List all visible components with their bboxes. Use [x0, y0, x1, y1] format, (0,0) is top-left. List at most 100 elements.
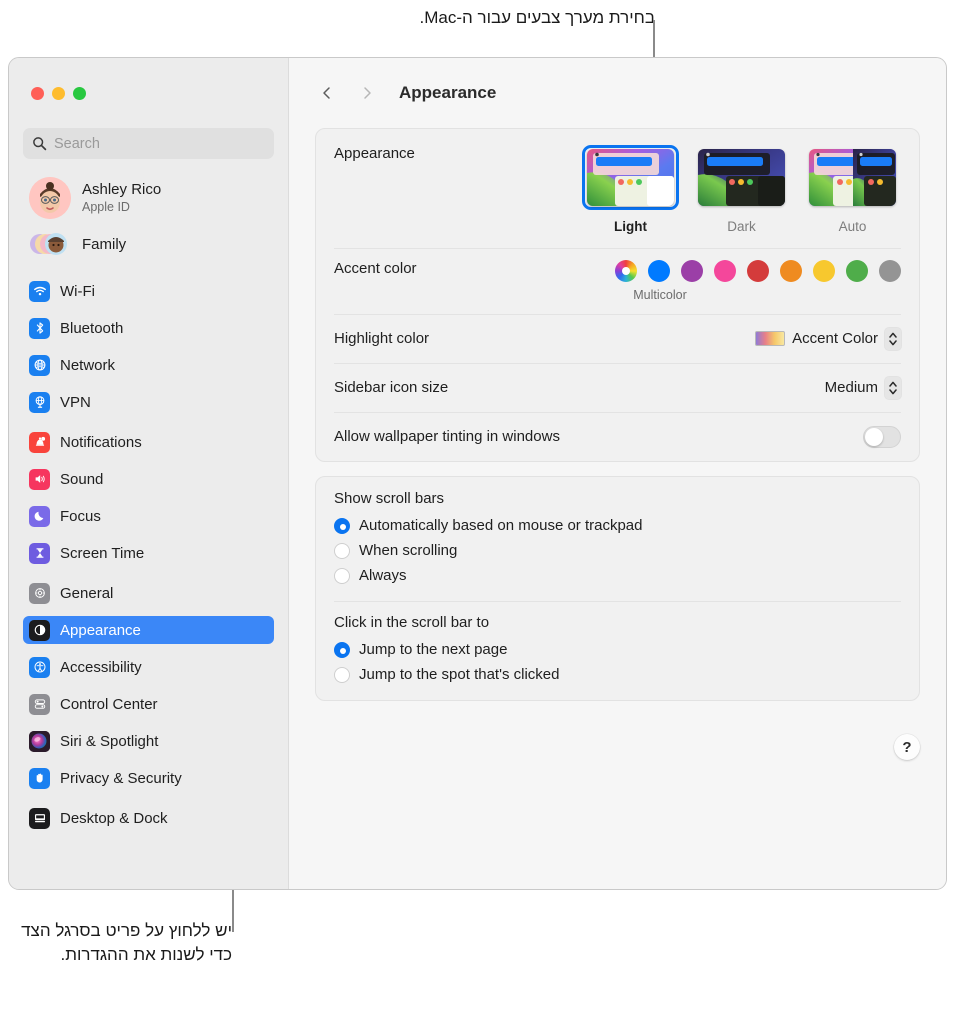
chevron-updown-icon[interactable] [885, 327, 901, 350]
sidebar-item-sound[interactable]: Sound [23, 465, 274, 493]
radio-button[interactable] [334, 542, 350, 559]
wallpaper-tinting-row: Allow wallpaper tinting in windows [316, 412, 919, 461]
sidebar-group-network: Wi-Fi Bluetooth Network VPN [23, 277, 274, 416]
theme-option-light[interactable]: Light [582, 145, 679, 234]
sidebar-item-label: General [60, 584, 114, 602]
sidebar-item-label: Siri & Spotlight [60, 732, 159, 750]
radio-option-when-scrolling[interactable]: When scrolling [334, 538, 901, 563]
toggle-knob [865, 427, 883, 446]
theme-thumbnail-auto[interactable] [804, 145, 901, 210]
sidebar-item-label: Focus [60, 507, 101, 525]
sidebar-icon-size-row: Sidebar icon size Medium [316, 363, 919, 412]
scroll-bars-panel: Show scroll bars Automatically based on … [315, 476, 920, 701]
highlight-color-value: Accent Color [792, 330, 878, 347]
radio-option-automatic[interactable]: Automatically based on mouse or trackpad [334, 513, 901, 538]
sidebar-item-control-center[interactable]: Control Center [23, 690, 274, 718]
sidebar-icon-size-popup[interactable]: Medium [825, 376, 901, 399]
sidebar-group-desktop: Desktop & Dock [23, 804, 274, 832]
theme-name: Auto [838, 219, 867, 234]
hourglass-icon [29, 542, 50, 564]
sidebar-item-wi-fi[interactable]: Wi-Fi [23, 277, 274, 305]
accent-swatch-green[interactable] [846, 260, 868, 282]
search-container: Search [9, 58, 288, 159]
sidebar-item-label: Privacy & Security [60, 769, 182, 787]
search-placeholder: Search [54, 135, 100, 152]
sidebar-item-family[interactable]: Family [23, 225, 274, 263]
theme-option-dark[interactable]: Dark [693, 145, 790, 234]
highlight-color-row: Highlight color Accent Color [316, 314, 919, 363]
accent-swatches [615, 260, 901, 282]
content-area: Appearance Appearance Light Dark Auto Ac… [288, 58, 946, 889]
control-center-icon [29, 693, 50, 715]
wallpaper-tinting-label: Allow wallpaper tinting in windows [334, 428, 560, 445]
wallpaper-tinting-toggle[interactable] [863, 425, 901, 448]
search-input[interactable]: Search [23, 128, 274, 159]
accent-color-row: Accent color Multicolor [316, 248, 919, 314]
accent-color-picker: Multicolor [615, 260, 901, 302]
accent-swatch-orange[interactable] [780, 260, 802, 282]
sidebar-item-label: VPN [60, 393, 91, 411]
sidebar-item-siri-spotlight[interactable]: Siri & Spotlight [23, 727, 274, 755]
accent-swatch-yellow[interactable] [813, 260, 835, 282]
accent-swatch-pink[interactable] [714, 260, 736, 282]
help-button[interactable]: ? [894, 734, 920, 760]
show-scroll-bars-group: Show scroll bars Automatically based on … [316, 477, 919, 601]
sidebar-item-notifications[interactable]: Notifications [23, 428, 274, 456]
radio-label: Always [359, 567, 407, 584]
show-scroll-bars-title: Show scroll bars [334, 490, 445, 507]
sidebar-item-focus[interactable]: Focus [23, 502, 274, 530]
radio-option-spot-clicked[interactable]: Jump to the spot that's clicked [334, 662, 901, 687]
siri-icon [29, 730, 50, 752]
sidebar-item-apple-id[interactable]: Ashley Rico Apple ID [23, 173, 274, 223]
sidebar-item-network[interactable]: Network [23, 351, 274, 379]
theme-thumbnail-dark[interactable] [693, 145, 790, 210]
theme-option-auto[interactable]: Auto [804, 145, 901, 234]
sidebar-item-general[interactable]: General [23, 579, 274, 607]
close-button[interactable] [31, 87, 44, 100]
sidebar-item-bluetooth[interactable]: Bluetooth [23, 314, 274, 342]
radio-option-always[interactable]: Always [334, 563, 901, 588]
avatar [29, 177, 71, 219]
hand-icon [29, 767, 50, 789]
radio-button[interactable] [334, 517, 350, 534]
accent-swatch-multicolor[interactable] [615, 260, 637, 282]
accent-swatch-red[interactable] [747, 260, 769, 282]
radio-label: Jump to the next page [359, 641, 508, 658]
gear-icon [29, 582, 50, 604]
radio-button[interactable] [334, 567, 350, 584]
zoom-button[interactable] [73, 87, 86, 100]
radio-button[interactable] [334, 666, 350, 683]
bell-icon [29, 431, 50, 453]
accent-swatch-purple[interactable] [681, 260, 703, 282]
toolbar: Appearance [289, 58, 946, 128]
family-avatars-icon [29, 229, 71, 259]
appearance-contrast-icon [29, 619, 50, 641]
accent-swatch-graphite[interactable] [879, 260, 901, 282]
speaker-icon [29, 468, 50, 490]
sidebar-item-accessibility[interactable]: Accessibility [23, 653, 274, 681]
page-root: בחירת מערך צבעים עבור ה-Mac. יש ללחוץ על… [0, 0, 955, 1021]
sidebar-item-desktop-dock[interactable]: Desktop & Dock [23, 804, 274, 832]
accent-swatch-blue[interactable] [648, 260, 670, 282]
accent-color-caption: Multicolor [633, 288, 687, 302]
radio-option-next-page[interactable]: Jump to the next page [334, 637, 901, 662]
sidebar-item-vpn[interactable]: VPN [23, 388, 274, 416]
callout-top-text: בחירת מערך צבעים עבור ה-Mac. [419, 8, 656, 27]
theme-name: Light [614, 219, 647, 234]
sidebar-item-label: Network [60, 356, 116, 374]
highlight-color-popup[interactable]: Accent Color [755, 327, 901, 350]
sidebar-item-label: Desktop & Dock [60, 809, 168, 827]
sidebar-item-appearance[interactable]: Appearance [23, 616, 274, 644]
system-settings-window: Search Ashley Rico Apple ID Family Wi-Fi… [8, 57, 947, 890]
theme-thumbnail-light[interactable] [582, 145, 679, 210]
minimize-button[interactable] [52, 87, 65, 100]
highlight-color-label: Highlight color [334, 330, 430, 347]
radio-button[interactable] [334, 641, 350, 658]
sidebar-item-label: Control Center [60, 695, 158, 713]
wifi-icon [29, 280, 50, 302]
sidebar-item-privacy-security[interactable]: Privacy & Security [23, 764, 274, 792]
forward-button[interactable] [353, 79, 381, 107]
back-button[interactable] [313, 79, 341, 107]
sidebar-item-screen-time[interactable]: Screen Time [23, 539, 274, 567]
chevron-updown-icon[interactable] [885, 376, 901, 399]
